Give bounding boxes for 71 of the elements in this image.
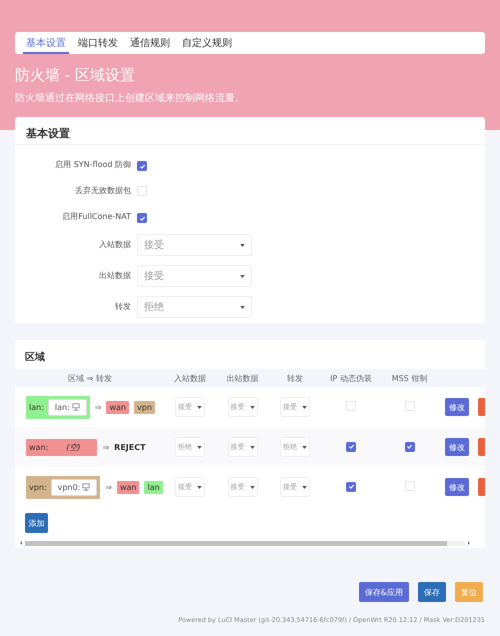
policy-label: REJECT <box>114 442 146 452</box>
caret-icon <box>250 486 254 488</box>
zone-name: wan: <box>29 442 48 452</box>
scroll-right-icon[interactable] <box>467 540 471 546</box>
reset-button[interactable]: 复位 <box>455 582 483 602</box>
save-apply-button[interactable]: 保存&应用 <box>358 582 409 602</box>
zone-name: lan: <box>29 402 44 412</box>
check-icon <box>348 443 354 450</box>
field-label: 丢弃无效数据包 <box>74 184 131 196</box>
arrow-text: ⇒ <box>105 482 112 492</box>
network-icon <box>72 403 80 411</box>
caret-icon <box>197 406 202 408</box>
caret-icon <box>302 486 307 488</box>
page-description: 防火墙通过在网络接口上创建区域来控制网络流量。 <box>15 92 246 105</box>
caret-icon <box>240 274 245 278</box>
caret-icon <box>197 446 202 448</box>
tab[interactable]: 基本设置 <box>23 32 69 54</box>
field-label: 出站数据 <box>98 270 131 281</box>
device-chip: vpn0: <box>50 478 98 496</box>
check-icon <box>138 162 146 170</box>
caret-icon <box>302 446 307 448</box>
checkbox[interactable] <box>346 442 356 452</box>
check-icon <box>406 443 413 450</box>
caret-icon <box>240 306 245 308</box>
select-field[interactable]: 接受 <box>137 234 252 256</box>
device-chip: lan: <box>48 398 87 416</box>
zone-tag: wan <box>116 480 140 494</box>
tab[interactable]: 通信规则 <box>127 32 173 54</box>
checkbox[interactable] <box>404 442 414 452</box>
add-button[interactable]: 添加 <box>25 513 48 533</box>
checkbox[interactable] <box>346 482 356 492</box>
check-icon <box>348 483 354 490</box>
arrow-text: ⇒ <box>102 442 110 452</box>
select-field[interactable]: 拒绝 <box>137 296 252 318</box>
caret-icon <box>302 406 307 408</box>
tab[interactable]: 端口转发 <box>75 32 121 54</box>
field-label: 启用 SYN-flood 防御 <box>54 158 131 170</box>
empty-label: (空) <box>65 442 82 452</box>
column-header: 出站数据 <box>215 369 270 387</box>
checkbox[interactable] <box>137 213 147 223</box>
zone-tag: wan <box>106 400 129 414</box>
column-header: 转发 <box>270 369 320 387</box>
card-title: 基本设置 <box>15 117 485 145</box>
page-title: 防火墙 - 区域设置 <box>15 66 136 85</box>
column-header: MSS 钳制 <box>382 369 437 387</box>
field-label: 启用FullCone-NAT <box>61 210 131 222</box>
check-icon <box>138 214 146 222</box>
caret-icon <box>250 446 254 448</box>
caret-icon <box>197 486 202 488</box>
arrow-text: ⇒ <box>94 402 102 412</box>
field-label: 入站数据 <box>98 239 131 250</box>
zone-name: vpn: <box>29 482 47 492</box>
field-label: 转发 <box>114 301 131 312</box>
caret-icon <box>240 244 245 246</box>
save-button[interactable]: 保存 <box>418 582 446 602</box>
zone-tag: vpn <box>134 400 155 414</box>
edit-button[interactable]: 修改 <box>445 438 469 456</box>
edit-button[interactable]: 修改 <box>445 478 469 496</box>
edit-button[interactable]: 修改 <box>445 398 469 416</box>
network-icon <box>82 483 90 491</box>
column-header: 区域 ⇒ 转发 <box>15 369 165 387</box>
scrollbar[interactable] <box>19 540 471 546</box>
scroll-left-icon[interactable] <box>19 540 23 546</box>
zone-tag: lan <box>144 480 163 494</box>
column-header: IP 动态伪装 <box>320 369 382 387</box>
card-title: 区域 <box>24 350 46 365</box>
column-header: 入站数据 <box>165 369 215 387</box>
caret-icon <box>250 406 254 408</box>
tab[interactable]: 自定义规则 <box>179 32 235 54</box>
checkbox[interactable] <box>137 161 147 171</box>
select-field[interactable]: 接受 <box>137 265 252 287</box>
